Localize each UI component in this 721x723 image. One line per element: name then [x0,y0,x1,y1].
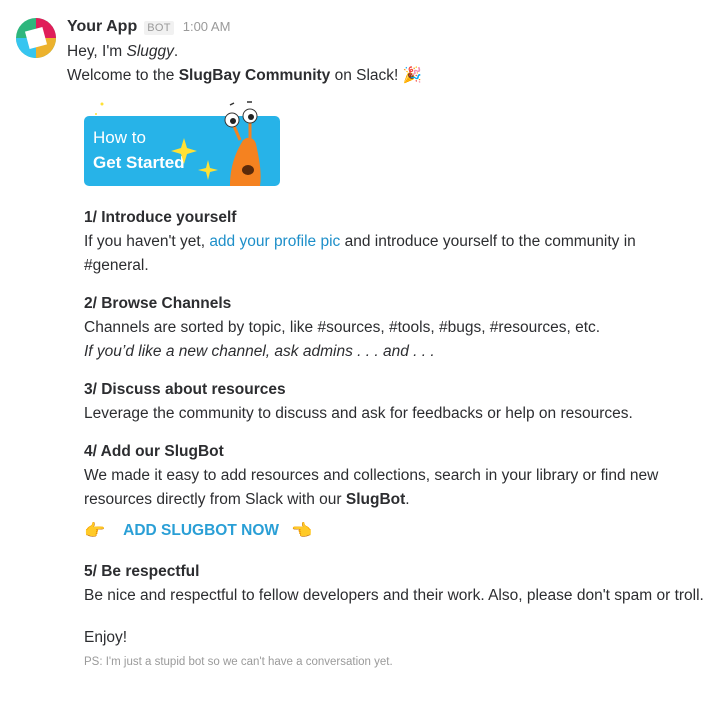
section-body: We made it easy to add resources and col… [84,464,704,512]
section-body: Channels are sorted by topic, like #sour… [84,319,601,336]
section-be-respectful: 5/ Be respectful Be nice and respectful … [84,560,704,608]
section-title: 1/ Introduce yourself [84,209,237,226]
how-to-get-started-banner: How to Get Started [84,100,284,192]
section-title: 4/ Add our SlugBot [84,443,224,460]
slugbot-name: SlugBot [345,491,406,508]
section-title: 3/ Discuss about resources [84,381,286,398]
section-add-slugbot: 4/ Add our SlugBot We made it easy to ad… [84,440,704,512]
attachment: How to Get Started 1/ Introduce yourself… [84,100,704,668]
pointing-right-icon: 👉 [84,521,106,540]
section-title: 2/ Browse Channels [84,295,232,312]
community-name: SlugBay Community [178,67,331,84]
message: Your App BOT 1:00 AM Hey, I'm Sluggy. We… [67,18,707,668]
enjoy-text: Enjoy! [84,629,128,646]
welcome-prefix: Welcome to the [67,67,179,84]
section-browse-channels: 2/ Browse Channels Channels are sorted b… [84,292,704,364]
ps-note: PS: I'm just a stupid bot so we can't ha… [84,656,393,668]
app-avatar[interactable] [15,17,57,59]
add-slugbot-button[interactable]: ADD SLUGBOT NOW [123,522,279,540]
section-introduce: 1/ Introduce yourself If you haven't yet… [84,206,704,278]
welcome-suffix: on Slack! [330,67,403,84]
section-body-prefix: If you haven't yet, [84,233,210,250]
section-body: If you haven't yet, add your profile pic… [84,230,704,278]
section-title: 5/ Be respectful [84,563,200,580]
section-discuss: 3/ Discuss about resources Leverage the … [84,378,704,426]
greeting-suffix: . [173,43,179,60]
app-name[interactable]: Your App [67,18,137,36]
section-note: If you’d like a new channel, ask admins … [84,343,435,360]
bot-name: Sluggy [126,43,174,60]
message-header: Your App BOT 1:00 AM [67,18,707,40]
add-profile-pic-link[interactable]: add your profile pic [209,233,340,250]
section-body: Be nice and respectful to fellow develop… [84,587,704,604]
section-body-suffix: . [405,491,410,508]
greeting-line: Hey, I'm Sluggy. [67,40,707,64]
greeting-prefix: Hey, I'm [67,43,127,60]
bot-badge: BOT [144,21,174,35]
pointing-left-icon: 👈 [291,521,313,540]
slug-mascot-icon [95,101,261,186]
section-body: Leverage the community to discuss and as… [84,405,633,422]
timestamp[interactable]: 1:00 AM [183,19,231,34]
welcome-line: Welcome to the SlugBay Community on Slac… [67,64,707,88]
add-slugbot-cta: 👉 ADD SLUGBOT NOW 👈 [84,516,704,546]
party-popper-icon: 🎉 [402,67,422,84]
